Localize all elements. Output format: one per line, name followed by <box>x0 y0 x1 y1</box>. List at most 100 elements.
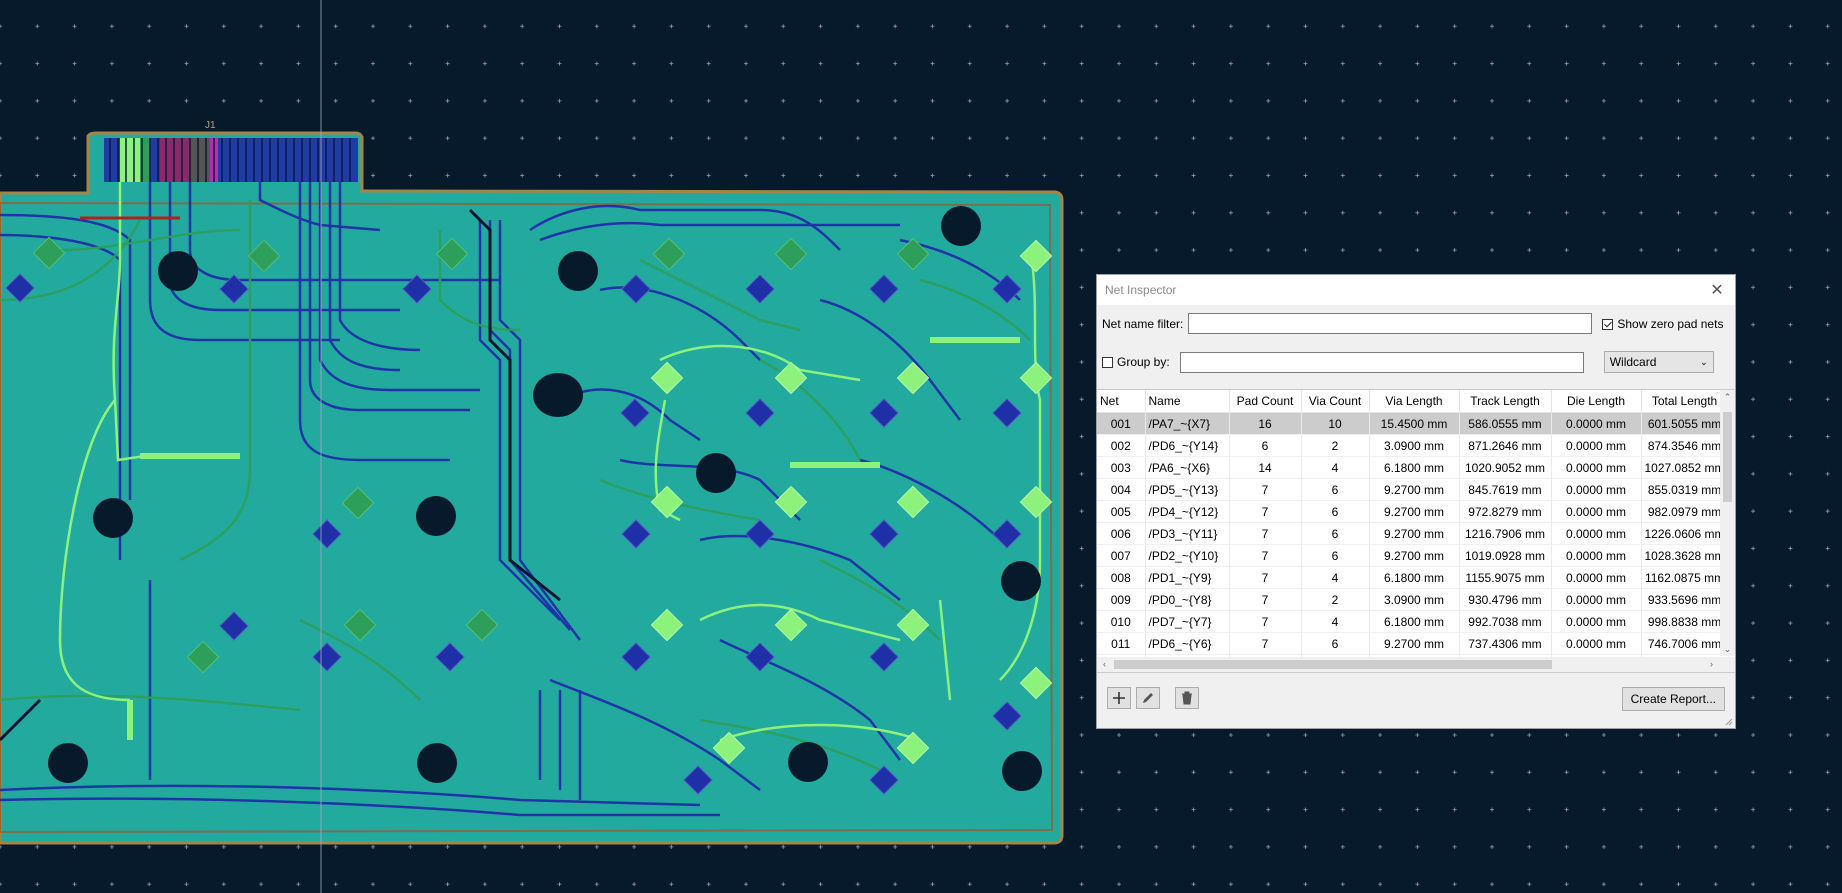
dialog-titlebar[interactable]: Net Inspector ✕ <box>1097 275 1735 305</box>
group-by-label: Group by: <box>1117 355 1170 369</box>
column-header-net[interactable]: Net <box>1097 390 1146 413</box>
cell-total-length: 982.0979 mm <box>1641 500 1729 523</box>
horizontal-scrollbar[interactable]: ‹ › <box>1097 657 1735 672</box>
cell-total-length: 1027.0852 mm <box>1641 456 1729 479</box>
cell-name: /PD0_~{Y8} <box>1145 588 1230 611</box>
column-header-die-length[interactable]: Die Length <box>1551 390 1642 413</box>
cell-pad-count: 16 <box>1229 412 1302 435</box>
add-net-button[interactable] <box>1107 687 1131 709</box>
delete-net-button[interactable] <box>1175 687 1199 709</box>
cell-track-length: 992.7038 mm <box>1459 610 1552 633</box>
cell-die-length: 0.0000 mm <box>1551 412 1642 435</box>
cell-pad-count: 7 <box>1229 588 1302 611</box>
create-report-button[interactable]: Create Report... <box>1621 687 1725 711</box>
scrollbar-thumb[interactable] <box>1723 412 1732 502</box>
cell-via-count: 2 <box>1301 434 1370 457</box>
cell-pad-count: 6 <box>1229 434 1302 457</box>
table-row[interactable]: 011/PD6_~{Y6} 7 6 9.2700 mm 737.4306 mm 0.000… <box>1097 632 1729 655</box>
cell-pad-count: 7 <box>1229 544 1302 567</box>
cell-die-length: 0.0000 mm <box>1551 456 1642 479</box>
table-row[interactable]: 004/PD5_~{Y13} 7 6 9.2700 mm 845.7619 mm 0.00… <box>1097 478 1729 501</box>
cell-die-length: 0.0000 mm <box>1551 588 1642 611</box>
cell-track-length: 930.4796 mm <box>1459 588 1552 611</box>
net-inspector-dialog[interactable]: Net Inspector ✕ Net name filter: Show ze… <box>1096 274 1736 729</box>
cell-via-length: 9.2700 mm <box>1369 500 1460 523</box>
cell-die-length: 0.0000 mm <box>1551 434 1642 457</box>
cell-via-count: 6 <box>1301 632 1370 655</box>
cell-name: /PD3_~{Y11} <box>1145 522 1230 545</box>
column-header-name[interactable]: Name <box>1145 390 1230 413</box>
table-row[interactable]: 009/PD0_~{Y8} 7 2 3.0900 mm 930.4796 mm 0.000… <box>1097 588 1729 611</box>
chevron-down-icon: ⌄ <box>1700 356 1708 367</box>
column-header-via-length[interactable]: Via Length <box>1369 390 1460 413</box>
filter-row: Net name filter: Show zero pad nets <box>1097 313 1735 334</box>
plus-icon <box>1113 692 1125 704</box>
cell-total-length: 601.5055 mm <box>1641 412 1729 435</box>
column-header-via-count[interactable]: Via Count <box>1301 390 1370 413</box>
group-mode-value: Wildcard <box>1609 355 1657 369</box>
vertical-scrollbar[interactable]: ⌃ ⌄ <box>1720 390 1735 656</box>
cell-via-length: 6.1800 mm <box>1369 610 1460 633</box>
table-row[interactable]: 001/PA7_~{X7} 16 10 15.4500 mm 586.0555 mm 0.… <box>1097 412 1729 435</box>
cell-track-length: 1020.9052 mm <box>1459 456 1552 479</box>
cell-net: 001 <box>1097 412 1146 435</box>
group-mode-select[interactable]: Wildcard ⌄ <box>1603 351 1714 373</box>
cell-via-length: 9.2700 mm <box>1369 632 1460 655</box>
cell-net: 009 <box>1097 588 1146 611</box>
cell-net: 007 <box>1097 544 1146 567</box>
table-row[interactable]: 006/PD3_~{Y11} 7 6 9.2700 mm 1216.7906 mm 0.0… <box>1097 522 1729 545</box>
connector-label: J1 <box>205 120 216 131</box>
scrollbar-thumb[interactable] <box>1114 660 1552 669</box>
show-zero-pad-nets-checkbox[interactable]: Show zero pad nets <box>1602 317 1723 331</box>
cell-pad-count: 7 <box>1229 478 1302 501</box>
cell-track-length: 972.8279 mm <box>1459 500 1552 523</box>
column-header-total-length[interactable]: Total Length <box>1641 390 1729 413</box>
resize-grip-icon[interactable] <box>1723 716 1733 726</box>
table-row[interactable]: 008/PD1_~{Y9} 7 4 6.1800 mm 1155.9075 mm 0.00… <box>1097 566 1729 589</box>
table-row[interactable]: 005/PD4_~{Y12} 7 6 9.2700 mm 972.8279 mm 0.00… <box>1097 500 1729 523</box>
cell-pad-count: 14 <box>1229 456 1302 479</box>
table-row[interactable]: 010/PD7_~{Y7} 7 4 6.1800 mm 992.7038 mm 0.000… <box>1097 610 1729 633</box>
table-row[interactable]: 002/PD6_~{Y14} 6 2 3.0900 mm 871.2646 mm 0.00… <box>1097 434 1729 457</box>
cell-via-count: 6 <box>1301 544 1370 567</box>
scroll-right-icon[interactable]: › <box>1704 657 1719 672</box>
cell-via-count: 4 <box>1301 610 1370 633</box>
cell-name: /PD6_~{Y6} <box>1145 632 1230 655</box>
table-row[interactable]: 007/PD2_~{Y10} 7 6 9.2700 mm 1019.0928 mm 0.0… <box>1097 544 1729 567</box>
group-by-checkbox[interactable]: Group by: <box>1102 355 1170 369</box>
cell-total-length: 998.8838 mm <box>1641 610 1729 633</box>
scroll-up-icon[interactable]: ⌃ <box>1720 390 1735 404</box>
net-table: Net Name Pad Count Via Count Via Length … <box>1097 390 1729 672</box>
cell-track-length: 1019.0928 mm <box>1459 544 1552 567</box>
cell-track-length: 737.4306 mm <box>1459 632 1552 655</box>
group-by-input[interactable] <box>1179 351 1584 373</box>
cell-die-length: 0.0000 mm <box>1551 500 1642 523</box>
table-header: Net Name Pad Count Via Count Via Length … <box>1097 390 1729 413</box>
cell-via-count: 10 <box>1301 412 1370 435</box>
cell-net: 010 <box>1097 610 1146 633</box>
column-header-pad-count[interactable]: Pad Count <box>1229 390 1302 413</box>
cell-net: 011 <box>1097 632 1146 655</box>
cell-pad-count: 7 <box>1229 522 1302 545</box>
cell-net: 008 <box>1097 566 1146 589</box>
cell-via-length: 15.4500 mm <box>1369 412 1460 435</box>
cell-total-length: 1226.0606 mm <box>1641 522 1729 545</box>
table-body: 001/PA7_~{X7} 16 10 15.4500 mm 586.0555 mm 0.… <box>1097 412 1729 672</box>
net-name-filter-input[interactable] <box>1188 313 1593 334</box>
cell-die-length: 0.0000 mm <box>1551 478 1642 501</box>
cell-total-length: 933.5696 mm <box>1641 588 1729 611</box>
cell-via-count: 2 <box>1301 588 1370 611</box>
net-table-container[interactable]: Net Name Pad Count Via Count Via Length … <box>1097 389 1735 673</box>
cell-via-length: 9.2700 mm <box>1369 544 1460 567</box>
column-header-track-length[interactable]: Track Length <box>1459 390 1552 413</box>
net-name-filter-label: Net name filter: <box>1102 316 1184 331</box>
cell-name: /PA7_~{X7} <box>1145 412 1230 435</box>
cell-total-length: 1028.3628 mm <box>1641 544 1729 567</box>
scroll-left-icon[interactable]: ‹ <box>1097 657 1112 672</box>
cell-net: 006 <box>1097 522 1146 545</box>
table-row[interactable]: 003/PA6_~{X6} 14 4 6.1800 mm 1020.9052 mm 0.0… <box>1097 456 1729 479</box>
close-icon[interactable]: ✕ <box>1707 280 1727 300</box>
scroll-down-icon[interactable]: ⌄ <box>1720 642 1735 656</box>
group-row: Group by: Wildcard ⌄ <box>1097 351 1735 373</box>
rename-net-button[interactable] <box>1136 687 1160 709</box>
